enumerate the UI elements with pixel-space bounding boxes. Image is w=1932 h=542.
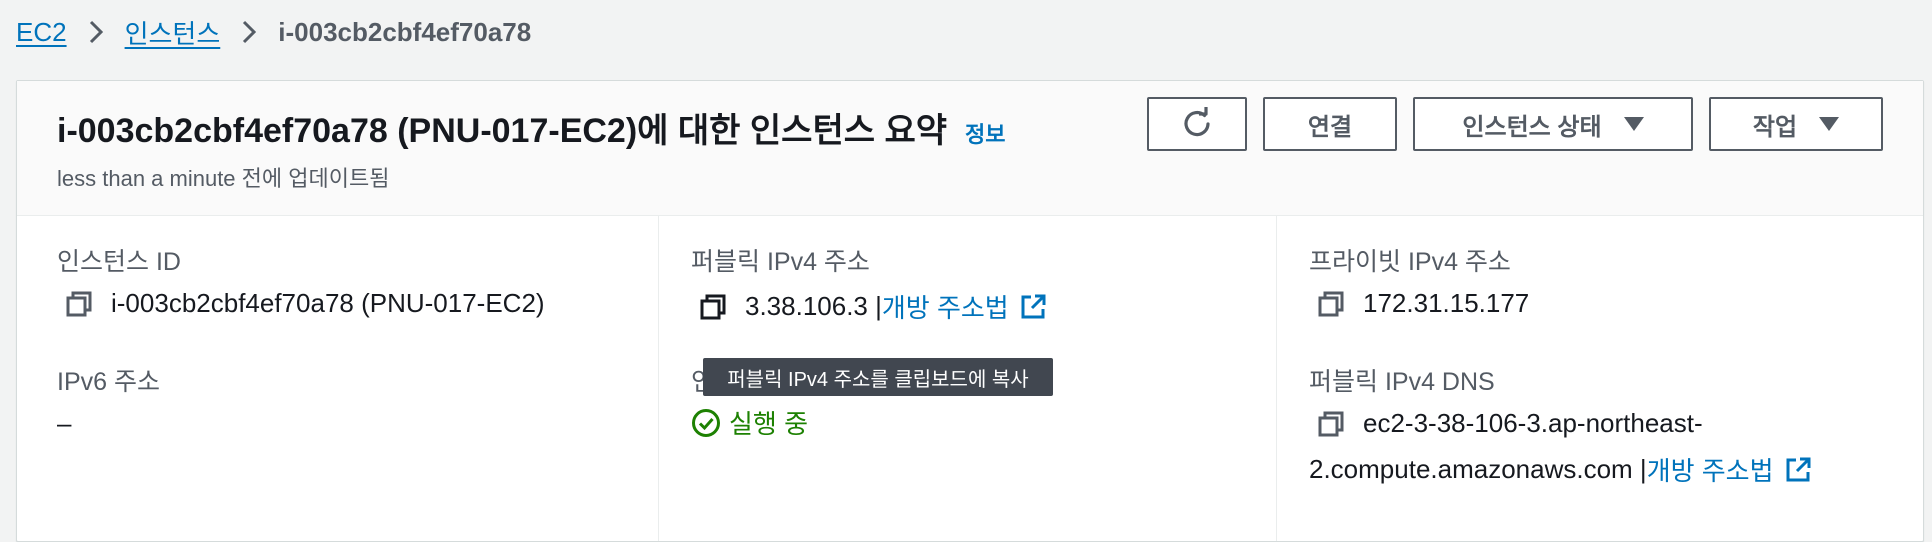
- ipv6-value: –: [57, 408, 72, 438]
- header-actions: 연결 인스턴스 상태 작업: [1147, 97, 1883, 151]
- copy-icon[interactable]: [1317, 410, 1345, 438]
- public-dns-label: 퍼블릭 IPv4 DNS: [1309, 368, 1495, 396]
- instance-summary-panel: i-003cb2cbf4ef70a78 (PNU-017-EC2)에 대한 인스…: [16, 80, 1924, 542]
- copy-icon[interactable]: [65, 290, 93, 318]
- open-address-link-label: 개방 주소법: [1646, 456, 1774, 486]
- public-ipv4-label: 퍼블릭 IPv4 주소: [691, 248, 870, 276]
- info-link[interactable]: 정보: [965, 117, 1005, 149]
- private-ipv4-value: 172.31.15.177: [1317, 288, 1529, 319]
- status-running: 실행 중: [691, 404, 808, 441]
- private-ipv4-label: 프라이빗 IPv4 주소: [1309, 248, 1511, 276]
- copy-icon[interactable]: [699, 293, 727, 321]
- instance-state-label: 인스턴스 상태: [1462, 113, 1602, 141]
- open-address-link[interactable]: 개방 주소법: [1647, 451, 1812, 488]
- details-column-1: 인스턴스 ID i-003cb2cbf4ef70a78 (PNU-017-EC2…: [17, 216, 658, 541]
- caret-down-icon: [1623, 117, 1644, 131]
- private-ipv4-text: 172.31.15.177: [1363, 288, 1530, 318]
- public-dns-text-line2: 2.compute.amazonaws.com |: [1309, 454, 1647, 484]
- open-address-link[interactable]: 개방 주소법: [882, 288, 1047, 325]
- chevron-right-icon: [242, 20, 257, 44]
- instance-id-value: i-003cb2cbf4ef70a78 (PNU-017-EC2): [65, 288, 545, 319]
- public-dns-value-line1: ec2-3-38-106-3.ap-northeast-: [1317, 408, 1703, 439]
- panel-header: i-003cb2cbf4ef70a78 (PNU-017-EC2)에 대한 인스…: [17, 81, 1923, 216]
- breadcrumb-ec2[interactable]: EC2: [16, 17, 67, 48]
- status-running-text: 실행 중: [729, 409, 808, 439]
- last-updated-text: less than a minute 전에 업데이트됨: [57, 166, 390, 191]
- check-circle-icon: [691, 408, 721, 438]
- copy-icon[interactable]: [1317, 290, 1345, 318]
- page-title: i-003cb2cbf4ef70a78 (PNU-017-EC2)에 대한 인스…: [57, 103, 1006, 152]
- public-dns-text-line1: ec2-3-38-106-3.ap-northeast-: [1363, 408, 1703, 438]
- open-address-link-label: 개방 주소법: [881, 293, 1009, 323]
- instance-state-dropdown[interactable]: 인스턴스 상태: [1413, 97, 1693, 151]
- breadcrumb-current: i-003cb2cbf4ef70a78: [278, 16, 532, 47]
- copy-tooltip: 퍼블릭 IPv4 주소를 클립보드에 복사: [703, 358, 1053, 396]
- public-ipv4-value: 3.38.106.3 | 개방 주소법: [699, 288, 1047, 325]
- public-ipv4-text: 3.38.106.3 |: [745, 291, 882, 321]
- caret-down-icon: [1819, 117, 1840, 131]
- connect-button[interactable]: 연결: [1263, 97, 1397, 151]
- details-column-3: 프라이빗 IPv4 주소 172.31.15.177 퍼블릭 IPv4 DNS …: [1276, 216, 1924, 541]
- breadcrumb: EC2 인스턴스 i-003cb2cbf4ef70a78: [16, 10, 531, 54]
- breadcrumb-instances[interactable]: 인스턴스: [125, 14, 221, 51]
- external-link-icon: [1784, 456, 1812, 484]
- refresh-button[interactable]: [1147, 97, 1247, 151]
- public-dns-value-line2: 2.compute.amazonaws.com | 개방 주소법: [1309, 451, 1812, 488]
- connect-button-label: 연결: [1307, 113, 1353, 141]
- actions-dropdown[interactable]: 작업: [1709, 97, 1883, 151]
- actions-label: 작업: [1752, 113, 1798, 141]
- external-link-icon: [1019, 293, 1047, 321]
- page-title-text: i-003cb2cbf4ef70a78 (PNU-017-EC2)에 대한 인스…: [57, 112, 948, 150]
- instance-id-text: i-003cb2cbf4ef70a78 (PNU-017-EC2): [111, 288, 545, 318]
- chevron-right-icon: [89, 20, 103, 44]
- refresh-icon: [1180, 107, 1214, 141]
- instance-id-label: 인스턴스 ID: [57, 248, 181, 276]
- ipv6-label: IPv6 주소: [57, 368, 160, 396]
- instance-state-value: 실행 중: [691, 404, 808, 441]
